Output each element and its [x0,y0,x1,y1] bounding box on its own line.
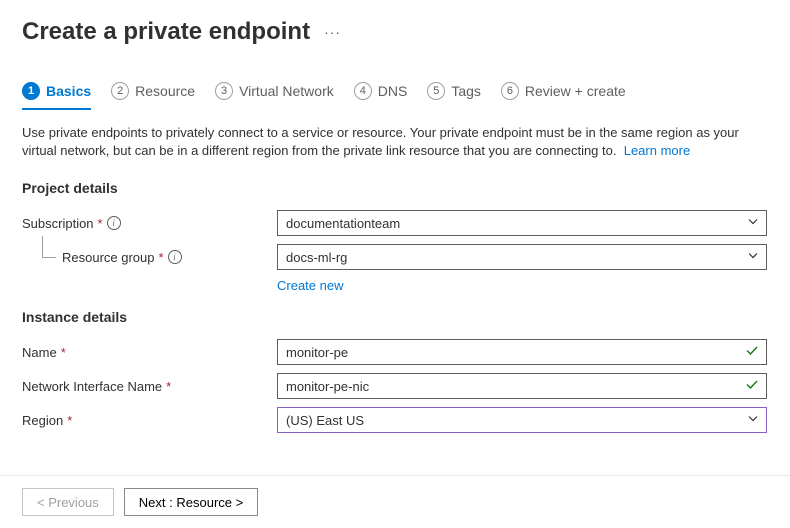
previous-button: < Previous [22,488,114,516]
tab-description: Use private endpoints to privately conne… [0,110,790,166]
name-label: Name * [22,345,277,360]
learn-more-link[interactable]: Learn more [624,143,690,158]
tab-resource[interactable]: 2 Resource [111,82,195,110]
tab-label: Tags [451,83,481,99]
subscription-select[interactable] [277,210,767,236]
tab-dns[interactable]: 4 DNS [354,82,408,110]
tab-virtual-network[interactable]: 3 Virtual Network [215,82,334,110]
subscription-label: Subscription * i [22,216,277,231]
tab-number: 3 [215,82,233,100]
tab-label: Review + create [525,83,626,99]
resource-group-select[interactable] [277,244,767,270]
more-actions-icon[interactable]: ··· [324,24,341,40]
tab-number: 1 [22,82,40,100]
tab-label: DNS [378,83,408,99]
resource-group-label: Resource group * i [22,250,277,265]
tab-basics[interactable]: 1 Basics [22,82,91,110]
region-select[interactable] [277,407,767,433]
required-asterisk: * [166,379,171,394]
wizard-footer: < Previous Next : Resource > [0,475,790,528]
tree-indent-line [42,236,56,258]
tab-number: 4 [354,82,372,100]
tab-review-create[interactable]: 6 Review + create [501,82,626,110]
required-asterisk: * [61,345,66,360]
tab-number: 6 [501,82,519,100]
required-asterisk: * [98,216,103,231]
tab-tags[interactable]: 5 Tags [427,82,481,110]
tab-label: Basics [46,83,91,99]
tab-label: Virtual Network [239,83,334,99]
tab-number: 5 [427,82,445,100]
section-instance-details: Instance details [0,295,790,335]
wizard-tabs: 1 Basics 2 Resource 3 Virtual Network 4 … [0,54,790,110]
name-input[interactable] [277,339,767,365]
tab-number: 2 [111,82,129,100]
region-label: Region * [22,413,277,428]
page-title: Create a private endpoint [22,18,310,46]
nic-name-input[interactable] [277,373,767,399]
nic-name-label: Network Interface Name * [22,379,277,394]
info-icon[interactable]: i [107,216,121,230]
section-project-details: Project details [0,166,790,206]
next-button[interactable]: Next : Resource > [124,488,258,516]
required-asterisk: * [67,413,72,428]
required-asterisk: * [159,250,164,265]
info-icon[interactable]: i [168,250,182,264]
tab-label: Resource [135,83,195,99]
create-new-link[interactable]: Create new [277,278,343,293]
